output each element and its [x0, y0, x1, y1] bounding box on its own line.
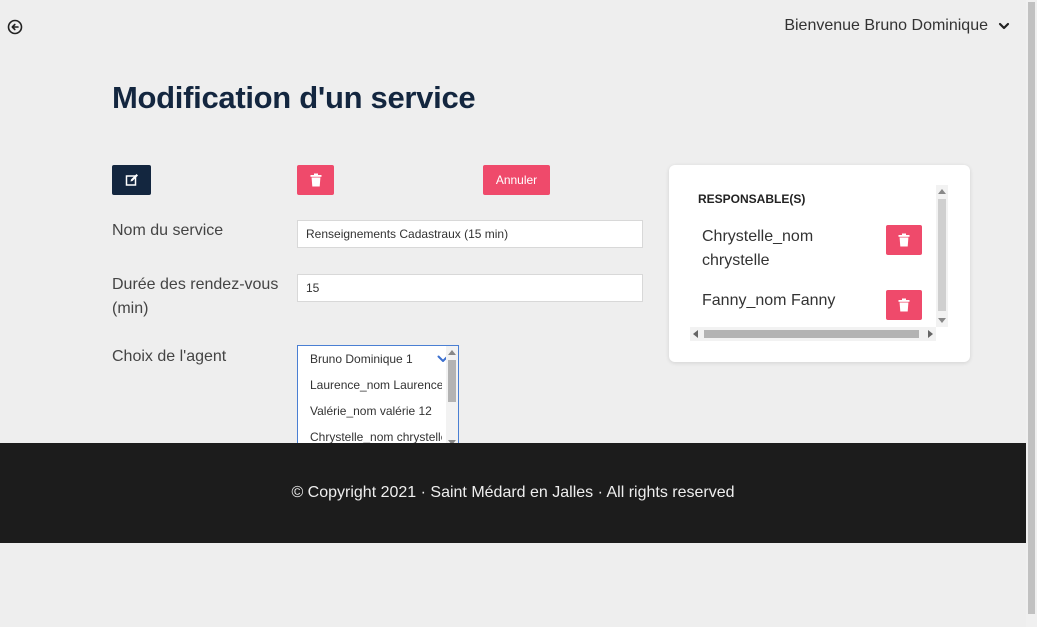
- chevron-down-icon: [998, 22, 1010, 30]
- responsable-name: Chrystelle_nom chrystelle: [702, 225, 813, 273]
- scroll-down-arrow-icon[interactable]: [938, 318, 946, 323]
- scroll-left-arrow-icon[interactable]: [693, 330, 698, 338]
- responsables-card: RESPONSABLE(S) Chrystelle_nom chrystelle…: [669, 165, 970, 362]
- responsable-name: Fanny_nom Fanny: [702, 289, 835, 313]
- scrollbar-thumb[interactable]: [704, 330, 919, 338]
- responsables-heading: RESPONSABLE(S): [698, 192, 806, 206]
- scrollbar-thumb[interactable]: [448, 360, 456, 402]
- scroll-up-arrow-icon[interactable]: [448, 350, 456, 355]
- agent-select-scrollbar[interactable]: [446, 346, 458, 449]
- trash-icon: [898, 298, 910, 312]
- responsable-name-line2: chrystelle: [702, 252, 770, 269]
- footer-copyright: © Copyright 2021 · Saint Médard en Jalle…: [291, 484, 735, 501]
- user-greeting: Bienvenue Bruno Dominique: [784, 17, 988, 34]
- responsables-horizontal-scrollbar[interactable]: [690, 327, 936, 341]
- scroll-right-arrow-icon[interactable]: [928, 330, 933, 338]
- agent-label: Choix de l'agent: [112, 348, 227, 365]
- duration-input[interactable]: 15: [297, 274, 643, 302]
- duration-label-line2: (min): [112, 300, 149, 317]
- delete-responsable-button[interactable]: [886, 290, 922, 320]
- service-name-input[interactable]: Renseignements Cadastraux (15 min): [297, 220, 643, 248]
- trash-icon: [310, 173, 321, 187]
- agent-select[interactable]: Bruno Dominique 1 Laurence_nom Laurence …: [297, 345, 459, 450]
- back-button[interactable]: [7, 19, 23, 35]
- duration-label-line1: Durée des rendez-vous: [112, 276, 279, 293]
- cancel-button[interactable]: Annuler: [483, 165, 550, 195]
- page-scrollbar[interactable]: [1026, 0, 1037, 627]
- scrollbar-thumb[interactable]: [938, 199, 946, 311]
- responsables-vertical-scrollbar[interactable]: [936, 185, 948, 327]
- delete-responsable-button[interactable]: [886, 225, 922, 255]
- edit-button[interactable]: [112, 165, 151, 195]
- scroll-up-arrow-icon[interactable]: [938, 189, 946, 194]
- agent-option[interactable]: Valérie_nom valérie 12: [298, 398, 442, 424]
- duration-label: Durée des rendez-vous (min): [112, 273, 278, 321]
- agent-option[interactable]: Laurence_nom Laurence: [298, 372, 442, 398]
- page-title: Modification d'un service: [112, 80, 476, 115]
- responsable-name-line1: Fanny_nom Fanny: [702, 292, 836, 309]
- scrollbar-thumb[interactable]: [1028, 2, 1035, 614]
- footer: © Copyright 2021 · Saint Médard en Jalle…: [0, 443, 1026, 543]
- responsable-name-line1: Chrystelle_nom: [702, 228, 814, 245]
- trash-icon: [898, 233, 910, 247]
- edit-icon: [125, 174, 138, 186]
- circle-arrow-left-icon: [7, 19, 23, 35]
- delete-service-button[interactable]: [297, 165, 334, 195]
- agent-option[interactable]: Bruno Dominique 1: [298, 346, 442, 372]
- user-menu[interactable]: Bienvenue Bruno Dominique: [784, 17, 1010, 35]
- service-name-label: Nom du service: [112, 222, 224, 239]
